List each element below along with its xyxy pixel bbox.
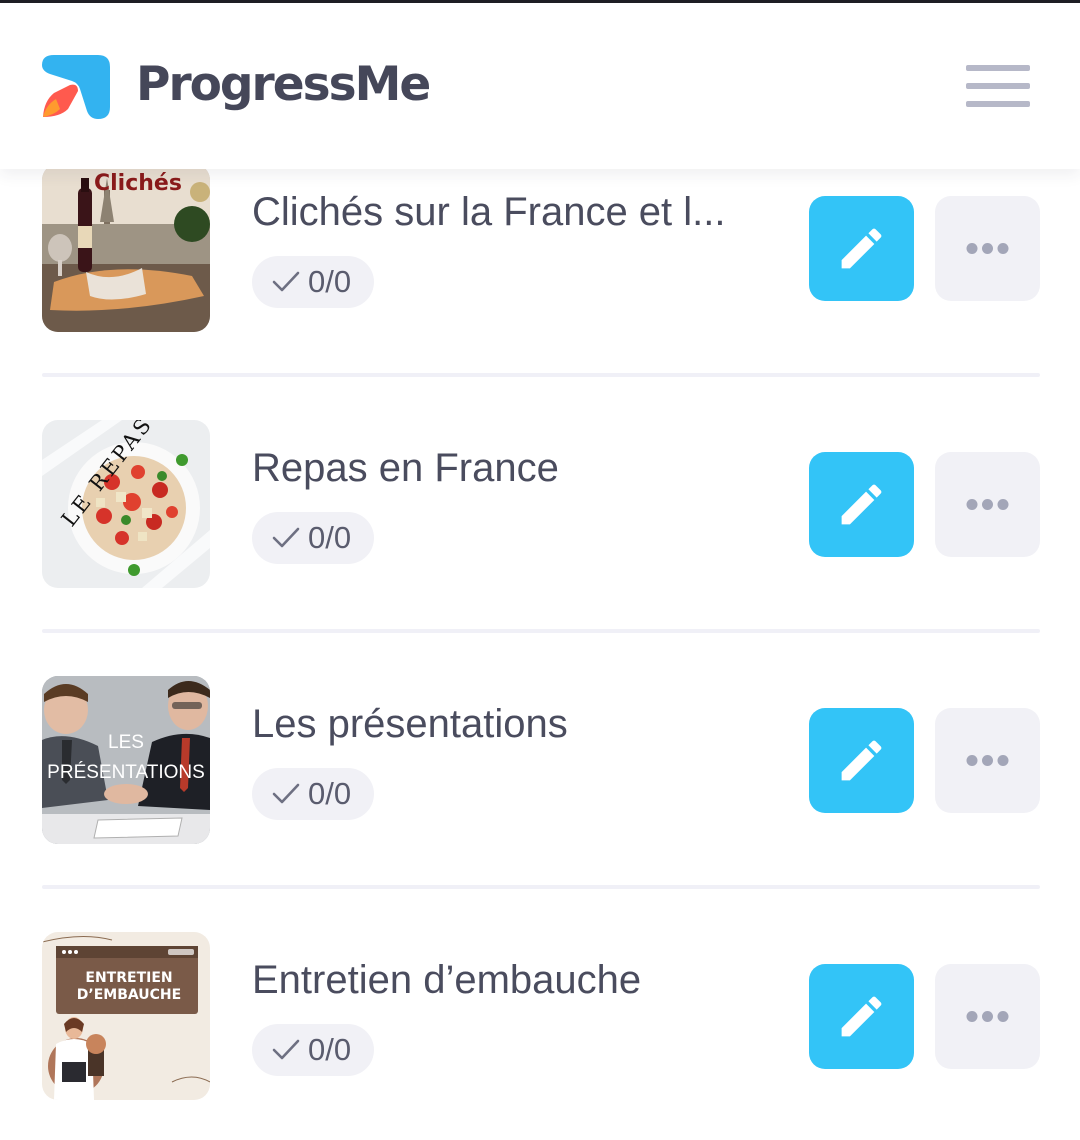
- top-border: [0, 0, 1080, 3]
- thumbnail-label: PRÉSENTATIONS: [47, 762, 205, 783]
- progressme-logo-icon[interactable]: [40, 51, 112, 123]
- thumbnail-label: Clichés: [94, 171, 182, 196]
- brand-name: ProgressMe: [136, 57, 431, 112]
- lesson-thumbnail[interactable]: LES PRÉSENTATIONS: [42, 676, 210, 844]
- thumbnail-label: LES: [108, 732, 144, 753]
- more-dots-icon: [966, 755, 1009, 766]
- divider: [42, 885, 1040, 889]
- progress-score: 0/0: [308, 264, 352, 299]
- progress-badge: 0/0: [252, 256, 374, 308]
- progress-badge: 0/0: [252, 512, 374, 564]
- checkmark-icon: [272, 271, 300, 292]
- lesson-item: LES PRÉSENTATIONS Les présentations 0/0: [0, 676, 1080, 932]
- pencil-icon: [841, 996, 882, 1037]
- lesson-list: Clichés Clichés sur la France et l... 0/…: [0, 164, 1080, 1140]
- progress-badge: 0/0: [252, 1024, 374, 1076]
- hamburger-menu-icon[interactable]: [962, 63, 1034, 113]
- checkmark-icon: [272, 783, 300, 804]
- lesson-item: LE REPAS Repas en France 0/0: [0, 420, 1080, 676]
- thumbnail-label: ENTRETIEN: [85, 970, 172, 986]
- more-dots-icon: [966, 243, 1009, 254]
- divider: [42, 373, 1040, 377]
- lesson-title[interactable]: Les présentations: [252, 700, 772, 748]
- lesson-title[interactable]: Clichés sur la France et l...: [252, 188, 772, 236]
- lesson-item: Clichés Clichés sur la France et l... 0/…: [0, 164, 1080, 420]
- thumbnail-label: D’EMBAUCHE: [77, 987, 181, 1003]
- lesson-title[interactable]: Repas en France: [252, 444, 772, 492]
- more-options-button[interactable]: [935, 964, 1040, 1069]
- lesson-thumbnail[interactable]: Clichés: [42, 164, 210, 332]
- more-options-button[interactable]: [935, 708, 1040, 813]
- divider: [42, 629, 1040, 633]
- progress-score: 0/0: [308, 520, 352, 555]
- lesson-thumbnail[interactable]: ENTRETIEN D’EMBAUCHE: [42, 932, 210, 1100]
- progress-score: 0/0: [308, 776, 352, 811]
- pencil-icon: [841, 484, 882, 525]
- more-options-button[interactable]: [935, 452, 1040, 557]
- lesson-title[interactable]: Entretien d’embauche: [252, 956, 772, 1004]
- app-header: ProgressMe: [0, 3, 1080, 169]
- progress-badge: 0/0: [252, 768, 374, 820]
- lesson-thumbnail[interactable]: LE REPAS: [42, 420, 210, 588]
- more-options-button[interactable]: [935, 196, 1040, 301]
- edit-button[interactable]: [809, 708, 914, 813]
- checkmark-icon: [272, 1039, 300, 1060]
- more-dots-icon: [966, 1011, 1009, 1022]
- pencil-icon: [841, 228, 882, 269]
- edit-button[interactable]: [809, 196, 914, 301]
- edit-button[interactable]: [809, 452, 914, 557]
- progress-score: 0/0: [308, 1032, 352, 1067]
- lesson-item: ENTRETIEN D’EMBAUCHE Entretien d’embauch…: [0, 932, 1080, 1140]
- edit-button[interactable]: [809, 964, 914, 1069]
- more-dots-icon: [966, 499, 1009, 510]
- checkmark-icon: [272, 527, 300, 548]
- pencil-icon: [841, 740, 882, 781]
